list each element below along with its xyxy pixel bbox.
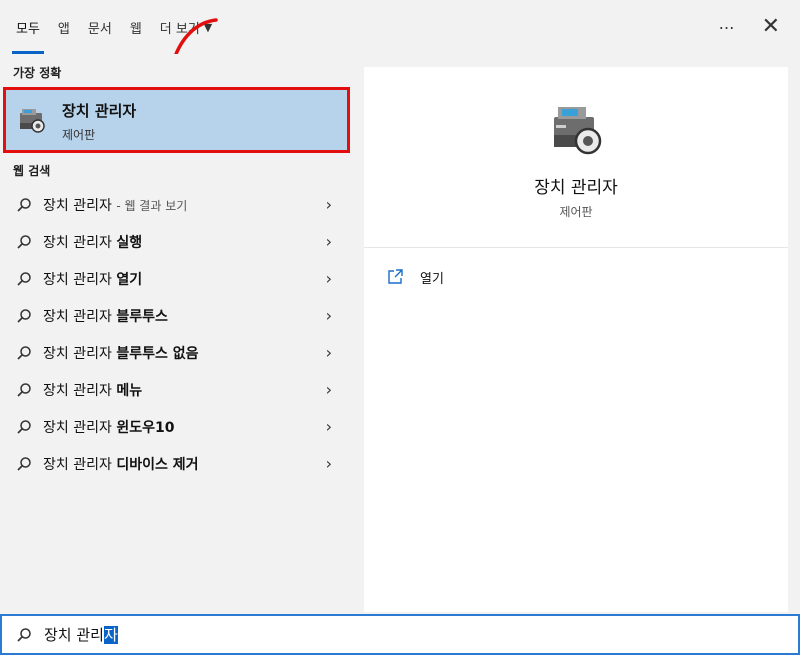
chevron-right-icon[interactable]: › [326, 306, 332, 325]
search-icon [17, 235, 31, 249]
search-icon [17, 346, 31, 360]
top-bar: 모두 앱 문서 웹 더 보기 ▼ ⋯ ✕ [0, 0, 800, 54]
web-result-item[interactable]: 장치 관리자 - 웹 결과 보기 › [0, 186, 350, 223]
search-query-selection: 자 [103, 626, 118, 644]
search-input[interactable]: 장치 관리자 [44, 624, 118, 645]
more-options-icon[interactable]: ⋯ [719, 18, 736, 37]
web-result-item[interactable]: 장치 관리자 블루투스 없음 › [0, 334, 350, 371]
web-result-item[interactable]: 장치 관리자 실행 › [0, 223, 350, 260]
web-result-text: 장치 관리자 실행 [43, 234, 143, 251]
web-search-heading: 웹 검색 [13, 164, 51, 178]
open-icon [388, 269, 403, 284]
chevron-right-icon[interactable]: › [326, 380, 332, 399]
caret-down-icon: ▼ [203, 20, 213, 34]
tab-web[interactable]: 웹 [130, 0, 142, 54]
chevron-right-icon[interactable]: › [326, 232, 332, 251]
device-manager-icon [20, 109, 45, 133]
search-box[interactable]: 장치 관리자 [0, 614, 800, 655]
open-label: 열기 [420, 271, 444, 287]
best-match-heading: 가장 정확 [13, 66, 62, 80]
preview-title: 장치 관리자 [534, 178, 618, 198]
search-icon [17, 457, 31, 471]
web-result-text: 장치 관리자 디바이스 제거 [43, 456, 199, 473]
tab-more[interactable]: 더 보기 ▼ [160, 0, 212, 54]
chevron-right-icon[interactable]: › [326, 269, 332, 288]
web-result-item[interactable]: 장치 관리자 디바이스 제거 › [0, 445, 350, 482]
tab-label: 모두 [16, 21, 40, 37]
close-icon[interactable]: ✕ [762, 16, 780, 38]
tab-apps[interactable]: 앱 [58, 0, 70, 54]
best-match-title: 장치 관리자 [62, 102, 137, 120]
tab-label: 앱 [57, 21, 70, 37]
search-icon [17, 309, 31, 323]
tab-label: 더 보기 [159, 21, 200, 37]
search-icon [17, 628, 31, 642]
search-icon [17, 272, 31, 286]
chevron-right-icon[interactable]: › [326, 195, 332, 214]
device-manager-icon [554, 107, 602, 155]
web-result-item[interactable]: 장치 관리자 블루투스 › [0, 297, 350, 334]
web-result-item[interactable]: 장치 관리자 열기 › [0, 260, 350, 297]
web-result-item[interactable]: 장치 관리자 메뉴 › [0, 371, 350, 408]
preview-panel: 장치 관리자 제어판 열기 [364, 67, 788, 612]
search-icon [17, 198, 31, 212]
divider [364, 247, 788, 248]
chevron-right-icon[interactable]: › [326, 343, 332, 362]
tab-label: 웹 [129, 21, 142, 37]
tab-documents[interactable]: 문서 [88, 0, 112, 54]
best-match-subtitle: 제어판 [62, 128, 96, 142]
web-result-item[interactable]: 장치 관리자 윈도우10 › [0, 408, 350, 445]
results-panel: 가장 정확 장치 관리자 제어판 웹 검색 장치 관리자 - 웹 결과 보기 ›… [0, 54, 360, 612]
tab-all[interactable]: 모두 [12, 0, 44, 54]
top-icons: ⋯ ✕ [719, 0, 780, 54]
preview-subtitle: 제어판 [559, 205, 593, 219]
open-action[interactable]: 열기 [386, 266, 444, 288]
web-result-text: 장치 관리자 - 웹 결과 보기 [43, 197, 188, 214]
chevron-right-icon[interactable]: › [326, 454, 332, 473]
web-result-text: 장치 관리자 윈도우10 [43, 419, 175, 436]
search-icon [17, 420, 31, 434]
best-match-item[interactable]: 장치 관리자 제어판 [3, 87, 350, 153]
filter-tabs: 모두 앱 문서 웹 더 보기 ▼ [12, 0, 230, 54]
web-result-text: 장치 관리자 블루투스 없음 [43, 345, 199, 362]
web-results-list: 장치 관리자 - 웹 결과 보기 › 장치 관리자 실행 › 장치 관리자 열기… [0, 186, 350, 482]
web-result-text: 장치 관리자 열기 [43, 271, 143, 288]
chevron-right-icon[interactable]: › [326, 417, 332, 436]
search-query-text: 장치 관리 [44, 626, 104, 644]
web-result-text: 장치 관리자 블루투스 [43, 308, 168, 325]
tab-label: 문서 [87, 21, 112, 37]
web-result-text: 장치 관리자 메뉴 [43, 382, 143, 399]
search-icon [17, 383, 31, 397]
